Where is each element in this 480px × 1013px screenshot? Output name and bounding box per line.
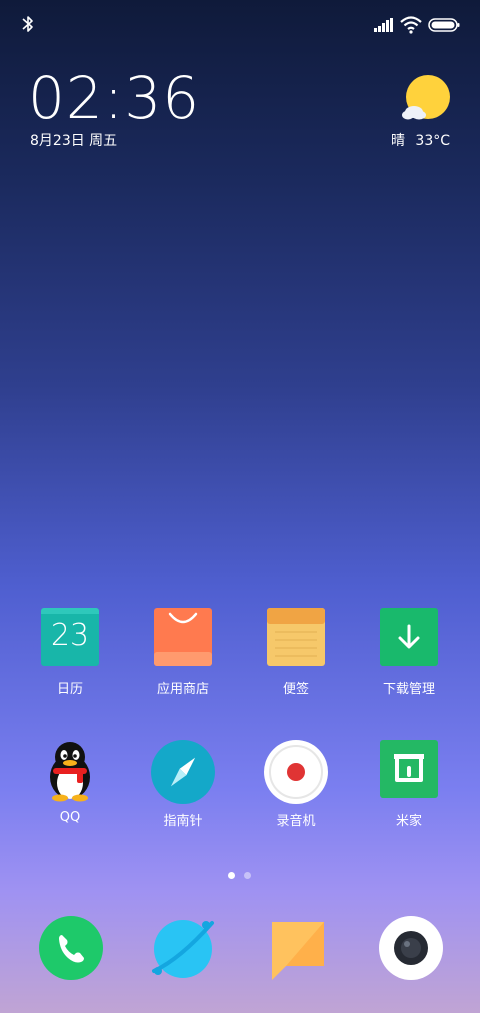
clock-date[interactable]: 8月23日 周五 bbox=[30, 130, 117, 150]
app-notes[interactable]: 便签 bbox=[246, 608, 346, 708]
browser-icon[interactable] bbox=[150, 915, 216, 981]
download-icon bbox=[380, 608, 438, 666]
app-label: QQ bbox=[59, 810, 81, 825]
app-label: 录音机 bbox=[276, 814, 316, 829]
battery-icon bbox=[428, 18, 460, 32]
app-label: 应用商店 bbox=[156, 682, 209, 697]
app-label: 下载管理 bbox=[382, 682, 435, 697]
page-indicator bbox=[228, 872, 258, 880]
camera-icon[interactable] bbox=[378, 915, 444, 981]
app-download[interactable]: 下载管理 bbox=[359, 608, 459, 708]
app-calendar[interactable]: 23 日历 bbox=[20, 608, 120, 708]
calendar-icon: 23 bbox=[41, 608, 99, 666]
page-dot-active[interactable] bbox=[228, 872, 235, 879]
notepad-icon bbox=[267, 608, 325, 666]
signal-icon bbox=[374, 18, 393, 32]
penguin-icon bbox=[50, 742, 90, 802]
compass-icon bbox=[151, 740, 215, 804]
recorder-icon bbox=[264, 740, 328, 804]
calendar-day-number: 23 bbox=[50, 618, 90, 653]
app-label: 日历 bbox=[56, 682, 83, 697]
app-label: 便签 bbox=[282, 682, 309, 697]
weather-condition: 晴 bbox=[390, 133, 405, 149]
app-mijia[interactable]: 米家 bbox=[359, 740, 459, 840]
app-compass[interactable]: 指南针 bbox=[133, 740, 233, 840]
weather-summary[interactable]: 晴 33°C bbox=[391, 130, 450, 150]
clock-time[interactable]: 02:36 bbox=[28, 66, 200, 130]
bluetooth-icon bbox=[22, 16, 33, 32]
app-store[interactable]: 应用商店 bbox=[133, 608, 233, 708]
wifi-icon bbox=[400, 16, 422, 34]
phone-icon[interactable] bbox=[38, 915, 104, 981]
sun-cloud-icon[interactable] bbox=[400, 74, 452, 126]
weather-temperature: 33°C bbox=[415, 133, 450, 149]
page-dot[interactable] bbox=[244, 872, 251, 879]
mijia-icon bbox=[380, 740, 438, 798]
app-label: 米家 bbox=[395, 814, 422, 829]
message-icon[interactable] bbox=[266, 918, 332, 984]
app-qq[interactable]: QQ bbox=[20, 740, 120, 840]
app-label: 指南针 bbox=[163, 814, 203, 829]
app-recorder[interactable]: 录音机 bbox=[246, 740, 346, 840]
shopping-bag-icon bbox=[154, 608, 212, 666]
status-bar bbox=[0, 0, 480, 48]
